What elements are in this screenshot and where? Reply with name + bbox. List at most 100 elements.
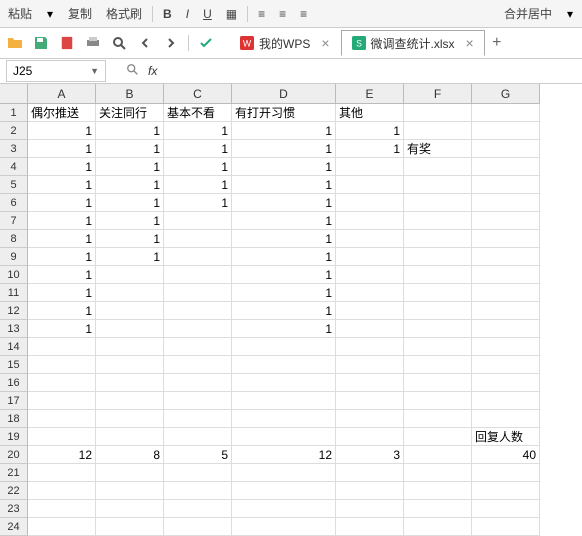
cell[interactable]: 1 [28,302,96,320]
cell[interactable]: 1 [96,122,164,140]
cell[interactable] [232,410,336,428]
cell[interactable] [232,500,336,518]
cell[interactable] [164,500,232,518]
column-header[interactable]: B [96,84,164,104]
cell[interactable] [28,428,96,446]
cell[interactable] [404,320,472,338]
cell[interactable] [164,392,232,410]
row-header[interactable]: 1 [0,104,28,122]
row-header[interactable]: 13 [0,320,28,338]
cell[interactable] [404,104,472,122]
cell[interactable]: 1 [28,122,96,140]
cell[interactable] [96,320,164,338]
cell[interactable] [404,428,472,446]
redo-icon[interactable] [162,34,180,52]
cell[interactable] [28,374,96,392]
row-header[interactable]: 2 [0,122,28,140]
cell[interactable] [28,356,96,374]
cell[interactable]: 有打开习惯 [232,104,336,122]
cells-area[interactable]: 偶尔推送关注同行基本不看有打开习惯其他1111111111有奖111111111… [28,104,540,536]
row-header[interactable]: 7 [0,212,28,230]
cell[interactable] [472,122,540,140]
cell[interactable]: 1 [336,122,404,140]
cell[interactable] [336,302,404,320]
cell[interactable] [96,428,164,446]
cell[interactable] [472,320,540,338]
cell[interactable] [404,284,472,302]
align-center-button[interactable]: ≡ [275,5,290,23]
cell[interactable] [336,248,404,266]
cell[interactable]: 3 [336,446,404,464]
cell[interactable] [472,284,540,302]
cell[interactable]: 1 [164,140,232,158]
cell[interactable] [28,338,96,356]
cell[interactable] [336,410,404,428]
cell[interactable] [336,374,404,392]
cell[interactable]: 1 [232,140,336,158]
column-header[interactable]: D [232,84,336,104]
cell[interactable]: 1 [232,176,336,194]
row-header[interactable]: 20 [0,446,28,464]
cell[interactable] [404,158,472,176]
cell[interactable]: 1 [28,230,96,248]
align-left-button[interactable]: ≡ [254,5,269,23]
row-header[interactable]: 16 [0,374,28,392]
column-header[interactable]: F [404,84,472,104]
cell[interactable] [96,500,164,518]
row-header[interactable]: 9 [0,248,28,266]
cell[interactable] [164,266,232,284]
cell[interactable] [472,464,540,482]
cell[interactable]: 1 [164,176,232,194]
copy-button[interactable]: 复制 [64,3,96,24]
cell[interactable] [472,266,540,284]
cell[interactable] [28,464,96,482]
cell[interactable] [472,194,540,212]
italic-button[interactable]: I [182,5,193,23]
cell[interactable]: 1 [232,212,336,230]
cell[interactable] [472,392,540,410]
cell[interactable]: 1 [96,158,164,176]
row-header[interactable]: 14 [0,338,28,356]
cell[interactable]: 1 [336,140,404,158]
cell[interactable]: 1 [28,194,96,212]
cell[interactable] [404,302,472,320]
row-header[interactable]: 5 [0,176,28,194]
cell[interactable] [96,374,164,392]
cell[interactable]: 基本不看 [164,104,232,122]
cell[interactable] [232,428,336,446]
cell[interactable] [404,464,472,482]
row-header[interactable]: 8 [0,230,28,248]
cell[interactable] [472,356,540,374]
select-all-corner[interactable] [0,84,28,104]
pdf-icon[interactable] [58,34,76,52]
row-header[interactable]: 12 [0,302,28,320]
cell[interactable]: 1 [232,122,336,140]
cell[interactable] [472,302,540,320]
cell[interactable]: 1 [96,212,164,230]
cell[interactable] [336,356,404,374]
cell[interactable]: 12 [232,446,336,464]
row-header[interactable]: 18 [0,410,28,428]
cell[interactable] [472,140,540,158]
cell[interactable]: 有奖 [404,140,472,158]
cell[interactable] [96,482,164,500]
row-header[interactable]: 3 [0,140,28,158]
row-header[interactable]: 6 [0,194,28,212]
cell[interactable] [404,176,472,194]
cell[interactable] [404,266,472,284]
cell[interactable] [404,410,472,428]
cell[interactable] [164,410,232,428]
preview-icon[interactable] [110,34,128,52]
cell[interactable] [336,464,404,482]
row-header[interactable]: 23 [0,500,28,518]
cell[interactable] [96,392,164,410]
cell[interactable] [28,482,96,500]
chevron-down-icon[interactable]: ▾ [42,6,58,22]
cell[interactable] [404,446,472,464]
cell[interactable] [336,176,404,194]
cell[interactable]: 1 [28,212,96,230]
cell[interactable] [96,284,164,302]
tab-current-file[interactable]: S 微调查统计.xlsx × [341,30,485,56]
cell[interactable] [472,338,540,356]
cell[interactable] [404,338,472,356]
